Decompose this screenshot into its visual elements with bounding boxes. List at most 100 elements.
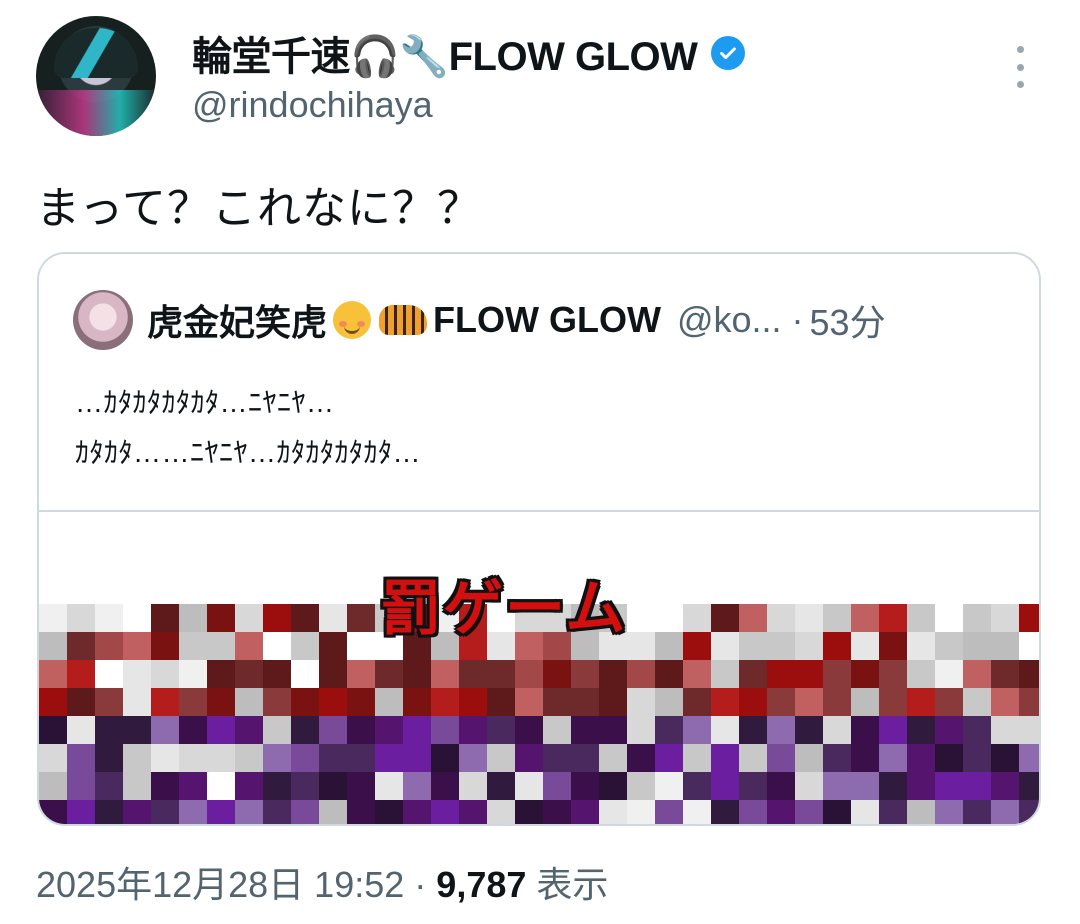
mosaic-cell: [207, 800, 235, 824]
views-label: 表示: [536, 864, 609, 905]
mosaic-cell: [879, 604, 907, 632]
mosaic-cell: [39, 604, 67, 632]
mosaic-cell: [1019, 632, 1039, 660]
quoted-media-image[interactable]: 罰ゲーム: [39, 510, 1039, 824]
mosaic-cell: [683, 744, 711, 772]
mosaic-cell: [655, 632, 683, 660]
mosaic-cell: [655, 716, 683, 744]
mosaic-cell: [767, 660, 795, 688]
mosaic-cell: [179, 772, 207, 800]
mosaic-cell: [1019, 604, 1039, 632]
mosaic-cell: [683, 688, 711, 716]
mosaic-cell: [543, 660, 571, 688]
tweet-timestamp[interactable]: 2025年12月28日 19:52: [36, 864, 404, 905]
mosaic-cell: [627, 772, 655, 800]
mosaic-cell: [263, 604, 291, 632]
mosaic-cell: [207, 688, 235, 716]
mosaic-cell: [515, 660, 543, 688]
mosaic-cell: [235, 744, 263, 772]
mosaic-cell: [263, 660, 291, 688]
mosaic-cell: [683, 604, 711, 632]
mosaic-cell: [599, 800, 627, 824]
mosaic-cell: [963, 632, 991, 660]
more-vertical-icon[interactable]: [1008, 46, 1032, 88]
mosaic-cell: [235, 604, 263, 632]
mosaic-cell: [95, 800, 123, 824]
mosaic-cell: [347, 660, 375, 688]
quoted-tweet-text: …ｶﾀｶﾀｶﾀｶﾀ…ﾆﾔﾆﾔ… ｶﾀｶﾀ……ﾆﾔﾆﾔ…ｶﾀｶﾀｶﾀｶﾀ…: [75, 378, 421, 478]
mosaic-cell: [95, 632, 123, 660]
mosaic-cell: [179, 604, 207, 632]
mosaic-cell: [879, 716, 907, 744]
quoted-author-name: 虎金妃笑虎: [147, 302, 328, 343]
quoted-text-line-2: ｶﾀｶﾀ……ﾆﾔﾆﾔ…ｶﾀｶﾀｶﾀｶﾀ…: [75, 437, 422, 468]
mosaic-cell: [151, 772, 179, 800]
mosaic-cell: [39, 632, 67, 660]
mosaic-cell: [935, 772, 963, 800]
mosaic-cell: [963, 660, 991, 688]
mosaic-cell: [599, 744, 627, 772]
mosaic-cell: [487, 772, 515, 800]
mosaic-cell: [739, 688, 767, 716]
mosaic-cell: [655, 688, 683, 716]
author-handle[interactable]: @rindochihaya: [192, 84, 433, 126]
mosaic-cell: [235, 772, 263, 800]
quoted-tweet-card[interactable]: 虎金妃笑虎 FLOW GLOW @ko... · 53分 …ｶﾀｶﾀｶﾀｶﾀ…ﾆ…: [37, 252, 1041, 826]
mosaic-cell: [235, 660, 263, 688]
mosaic-cell: [683, 660, 711, 688]
mosaic-cell: [879, 744, 907, 772]
mosaic-cell: [179, 632, 207, 660]
mosaic-cell: [319, 744, 347, 772]
mosaic-cell: [963, 688, 991, 716]
mosaic-cell: [319, 772, 347, 800]
mosaic-cell: [767, 688, 795, 716]
mosaic-cell: [207, 716, 235, 744]
mosaic-cell: [263, 772, 291, 800]
mosaic-cell: [235, 632, 263, 660]
mosaic-cell: [403, 716, 431, 744]
mosaic-cell: [655, 800, 683, 824]
mosaic-cell: [683, 632, 711, 660]
author-name-row[interactable]: 輪堂千速🎧🔧FLOW GLOW: [192, 28, 746, 79]
mosaic-cell: [1019, 800, 1039, 824]
mosaic-cell: [795, 604, 823, 632]
mosaic-cell: [431, 744, 459, 772]
mosaic-cell: [95, 604, 123, 632]
author-display-name[interactable]: 輪堂千速🎧🔧FLOW GLOW: [192, 24, 698, 82]
mosaic-cell: [907, 800, 935, 824]
mosaic-cell: [291, 688, 319, 716]
mosaic-cell: [459, 772, 487, 800]
author-avatar[interactable]: [36, 16, 156, 136]
mosaic-cell: [179, 688, 207, 716]
mosaic-cell: [151, 716, 179, 744]
mosaic-cell: [571, 772, 599, 800]
mosaic-cell: [319, 800, 347, 824]
mosaic-cell: [907, 688, 935, 716]
mosaic-cell: [67, 716, 95, 744]
mosaic-cell: [319, 688, 347, 716]
mosaic-cell: [319, 716, 347, 744]
verified-badge-icon: [711, 36, 746, 70]
mosaic-cell: [431, 716, 459, 744]
mosaic-cell: [179, 716, 207, 744]
mosaic-cell: [739, 632, 767, 660]
mosaic-cell: [571, 688, 599, 716]
mosaic-cell: [991, 632, 1019, 660]
mosaic-cell: [515, 688, 543, 716]
mosaic-cell: [543, 744, 571, 772]
mosaic-cell: [767, 800, 795, 824]
mosaic-cell: [683, 716, 711, 744]
mosaic-cell: [627, 744, 655, 772]
mosaic-cell: [767, 744, 795, 772]
mosaic-cell: [711, 660, 739, 688]
mosaic-cell: [935, 800, 963, 824]
mosaic-cell: [571, 660, 599, 688]
mosaic-cell: [1019, 688, 1039, 716]
mosaic-cell: [39, 660, 67, 688]
mosaic-cell: [487, 716, 515, 744]
mosaic-cell: [907, 660, 935, 688]
mosaic-cell: [123, 744, 151, 772]
mosaic-cell: [711, 688, 739, 716]
mosaic-cell: [319, 660, 347, 688]
mosaic-cell: [963, 744, 991, 772]
